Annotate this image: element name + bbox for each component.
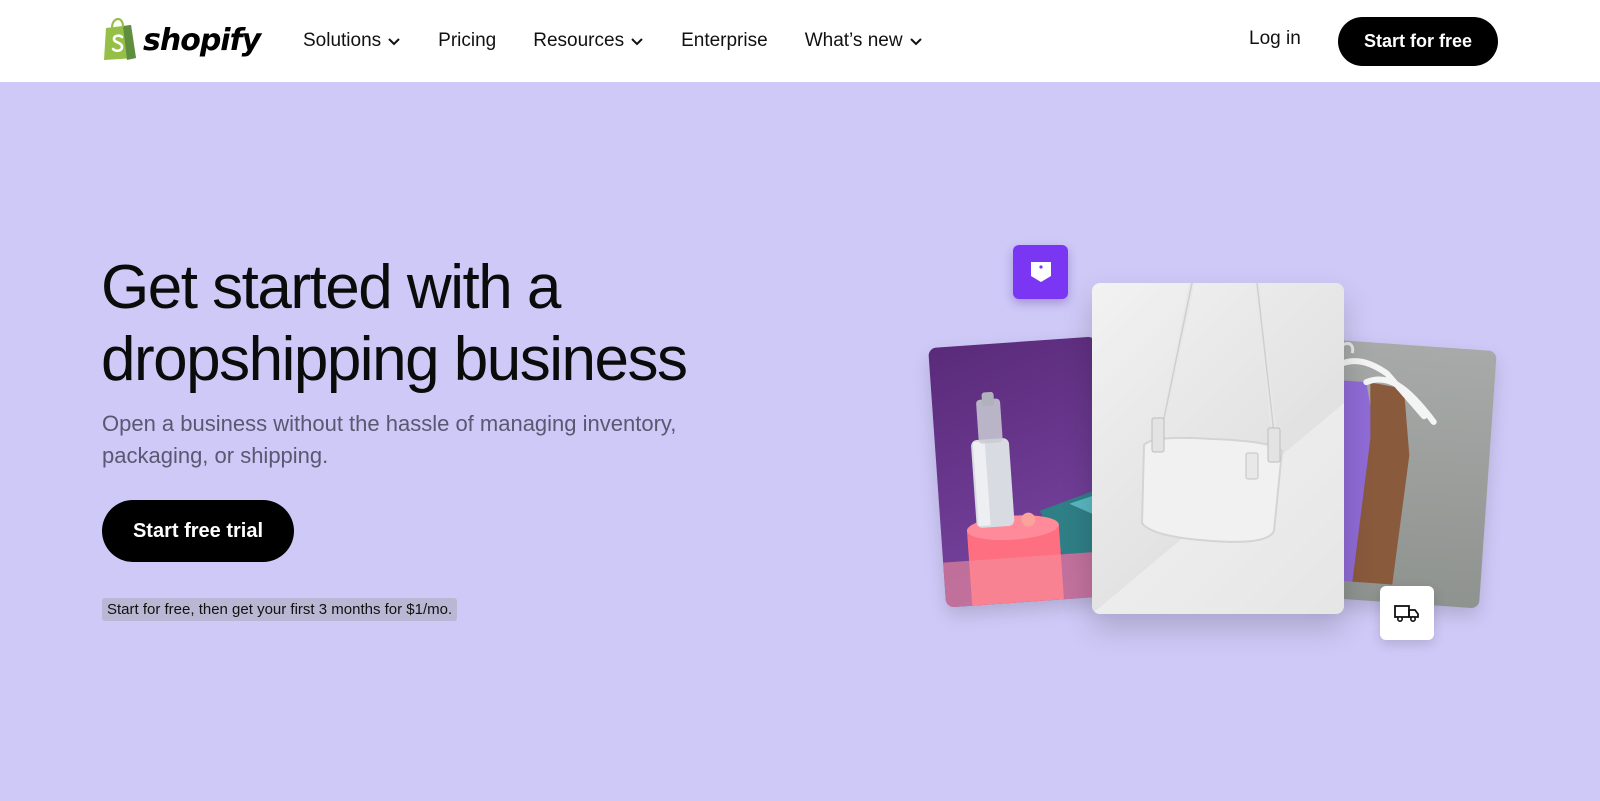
chevron-down-icon <box>909 34 923 48</box>
chevron-down-icon <box>630 34 644 48</box>
nav-enterprise-label: Enterprise <box>681 30 768 51</box>
hero-title-line-2: dropshipping business <box>101 325 688 394</box>
top-navigation-bar: shopify Solutions Pricing Resources Ente… <box>0 0 1600 82</box>
nav-whats-new[interactable]: What’s new <box>805 30 923 52</box>
brand-name: shopify <box>143 22 261 58</box>
nav-solutions[interactable]: Solutions <box>303 30 401 52</box>
chevron-down-icon <box>387 34 401 48</box>
tag-icon <box>1028 259 1054 285</box>
tag-badge <box>1013 245 1068 299</box>
nav-enterprise[interactable]: Enterprise <box>681 30 768 52</box>
nav-resources[interactable]: Resources <box>533 30 644 52</box>
nav-pricing[interactable]: Pricing <box>438 30 496 52</box>
truck-icon <box>1394 603 1420 623</box>
main-nav: Solutions Pricing Resources Enterprise W… <box>303 0 960 82</box>
nav-pricing-label: Pricing <box>438 30 497 51</box>
shopify-logo[interactable]: shopify <box>101 18 261 62</box>
login-link[interactable]: Log in <box>1249 28 1301 50</box>
start-free-trial-button[interactable]: Start free trial <box>102 500 294 562</box>
shipping-badge <box>1380 586 1434 640</box>
nav-resources-label: Resources <box>533 30 625 51</box>
shopify-bag-icon <box>101 18 139 62</box>
white-handbag-image <box>1092 283 1344 614</box>
hero-subtitle: Open a business without the hassle of ma… <box>102 411 677 468</box>
nav-solutions-label: Solutions <box>303 30 382 51</box>
hero-title: Get started with a dropshipping business <box>101 252 801 396</box>
hero-title-line-1: Get started with a <box>101 253 561 322</box>
start-for-free-button[interactable]: Start for free <box>1338 17 1498 66</box>
pricing-note: Start for free, then get your first 3 mo… <box>102 598 458 621</box>
serum-bottle-image <box>928 336 1114 608</box>
nav-whats-new-label: What’s new <box>804 30 903 51</box>
